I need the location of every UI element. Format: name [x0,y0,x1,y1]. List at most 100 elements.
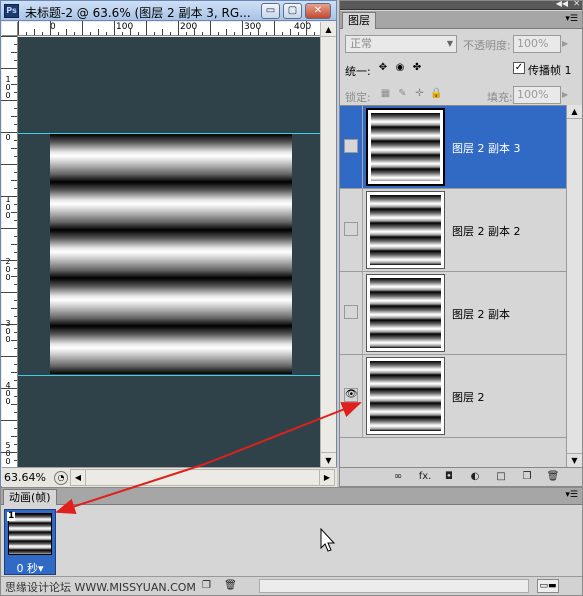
frame-delay-select[interactable]: 0 秒▾ [5,560,55,576]
lock-position-icon[interactable]: ✛ [413,87,426,100]
group-icon[interactable]: □ [493,470,509,484]
visibility-toggle[interactable] [344,139,358,153]
guide-line-top[interactable] [18,133,320,134]
animation-frame[interactable]: 1 0 秒▾ [4,509,56,575]
document-vertical-scrollbar[interactable]: ▲ ▼ [320,22,336,467]
layers-vertical-scrollbar[interactable]: ▲ ▼ [566,105,582,467]
delete-frame-icon[interactable]: 🗑 [223,579,238,593]
opacity-slider-arrow-icon[interactable]: ▶ [562,39,568,48]
lock-transparent-icon[interactable]: ▦ [379,87,392,100]
ruler-tick [14,236,17,237]
opacity-label: 不透明度: [463,39,511,52]
propagate-frame-checkbox[interactable]: ✓ [513,62,525,74]
striped-layer-artwork[interactable] [50,134,292,374]
ruler-tick [1,164,17,165]
scroll-down-arrow-icon[interactable]: ▼ [321,452,336,467]
ruler-tick [1,132,17,133]
ruler-tick [11,116,17,117]
scroll-up-arrow-icon[interactable]: ▲ [321,22,336,37]
animation-tab-row: 动画(帧) ▾☰ [1,488,582,505]
lock-image-icon[interactable]: ✎ [396,87,409,100]
layer-row[interactable]: 图层 2 副本 3 [340,106,566,189]
panel-menu-icon[interactable]: ▾☰ [565,490,578,500]
ruler-tick [14,348,17,349]
close-panel-icon[interactable]: ✕ [573,0,580,8]
layer-name[interactable]: 图层 2 副本 2 [452,223,521,239]
fill-slider-arrow-icon[interactable]: ▶ [562,90,568,99]
layer-row[interactable]: 图层 2 副本 [340,272,566,355]
mask-icon[interactable]: ◘ [441,470,457,484]
tab-animation-frames[interactable]: 动画(帧) [3,489,57,505]
vertical-ruler[interactable]: 1 0 0 0 1 0 0 2 0 0 3 0 0 4 0 0 5 0 0 [1,36,18,467]
unify-style-icon[interactable]: ✤ [410,61,424,75]
minimize-button[interactable]: ▭ [261,3,280,19]
opacity-field[interactable]: 100% [513,35,561,53]
ruler-tick [154,32,155,35]
tab-layers[interactable]: 图层 [342,12,376,29]
ruler-tick [14,396,17,397]
layer-name[interactable]: 图层 2 副本 3 [452,140,521,156]
visibility-toggle[interactable] [344,305,358,319]
collapse-panels-icon[interactable]: ◀◀ [556,0,568,8]
duplicate-frame-icon[interactable]: ❐ [199,579,214,593]
blend-mode-select[interactable]: 正常 ▼ [345,35,457,53]
ruler-tick [1,260,17,261]
layer-thumbnail[interactable] [366,274,445,352]
layer-row[interactable]: 👁 图层 2 [340,355,566,438]
unify-position-icon[interactable]: ✥ [376,61,390,75]
unify-visibility-icon[interactable]: ◉ [393,61,407,75]
document-title-bar[interactable]: Ps 未标题-2 @ 63.6% (图层 2 副本 3, RG... ▭ ▢ ✕ [1,1,336,21]
ruler-tick [14,108,17,109]
fx-icon[interactable]: fx. [415,470,435,484]
convert-timeline-icon[interactable]: ▭▬ [537,579,559,593]
ruler-label: 5 0 0 [5,441,11,466]
layer-row[interactable]: 图层 2 副本 2 [340,189,566,272]
ruler-tick [14,428,17,429]
watermark-text: 思缘设计论坛 WWW.MISSYUAN.COM [5,581,196,594]
ruler-tick [1,388,17,389]
ruler-tick [11,52,17,53]
layers-panel: ◀◀ ✕ 图层 ▾☰ 正常 ▼ 不透明度: 100% ▶ 统一: ✥ ◉ ✤ ✓… [339,0,583,487]
ruler-tick [106,32,107,35]
zoom-level-field[interactable]: 63.64% [4,470,52,485]
canvas-area[interactable] [18,37,320,467]
scroll-up-arrow-icon[interactable]: ▲ [567,105,582,119]
layer-thumbnail[interactable] [366,357,445,435]
ruler-tick [170,32,171,35]
layer-name[interactable]: 图层 2 [452,389,485,405]
fill-field[interactable]: 100% [513,86,561,104]
guide-line-bottom[interactable] [18,375,320,376]
panel-menu-icon[interactable]: ▾☰ [565,14,578,24]
scroll-right-arrow-icon[interactable]: ▶ [319,470,334,485]
document-horizontal-scrollbar[interactable]: ◀ ▶ [70,469,335,486]
eye-icon[interactable]: 👁 [344,388,358,402]
layer-thumbnail[interactable] [366,108,445,186]
ruler-label: 2 0 0 [5,257,11,282]
restore-button[interactable]: ▢ [283,3,302,19]
ruler-tick [82,21,83,35]
visibility-toggle[interactable] [344,222,358,236]
horizontal-ruler[interactable]: 0 100 200 300 400 [18,21,320,36]
ruler-tick [11,404,17,405]
ruler-tick [226,29,227,35]
scroll-down-arrow-icon[interactable]: ▼ [567,453,582,467]
scroll-left-arrow-icon[interactable]: ◀ [71,470,86,485]
status-info-icon[interactable]: ◔ [54,471,68,485]
link-icon[interactable]: ∞ [390,470,406,484]
ruler-tick [14,444,17,445]
animation-horizontal-scrollbar[interactable] [259,579,529,593]
layers-footer-toolbar: ∞ fx. ◘ ◐ □ ❐ 🗑 [340,467,582,486]
ruler-tick [14,220,17,221]
new-layer-icon[interactable]: ❐ [519,470,535,484]
ruler-label: 1 0 0 [5,195,11,220]
layer-thumbnail[interactable] [366,191,445,269]
ruler-tick [130,29,131,35]
ruler-tick [1,420,17,421]
ruler-origin[interactable] [2,22,18,36]
close-button[interactable]: ✕ [305,3,331,19]
adjustment-icon[interactable]: ◐ [467,470,483,484]
lock-all-icon[interactable]: 🔒 [430,87,443,100]
panel-dock-strip[interactable]: ◀◀ ✕ [340,0,582,10]
trash-icon[interactable]: 🗑 [545,470,561,484]
layer-name[interactable]: 图层 2 副本 [452,306,510,322]
